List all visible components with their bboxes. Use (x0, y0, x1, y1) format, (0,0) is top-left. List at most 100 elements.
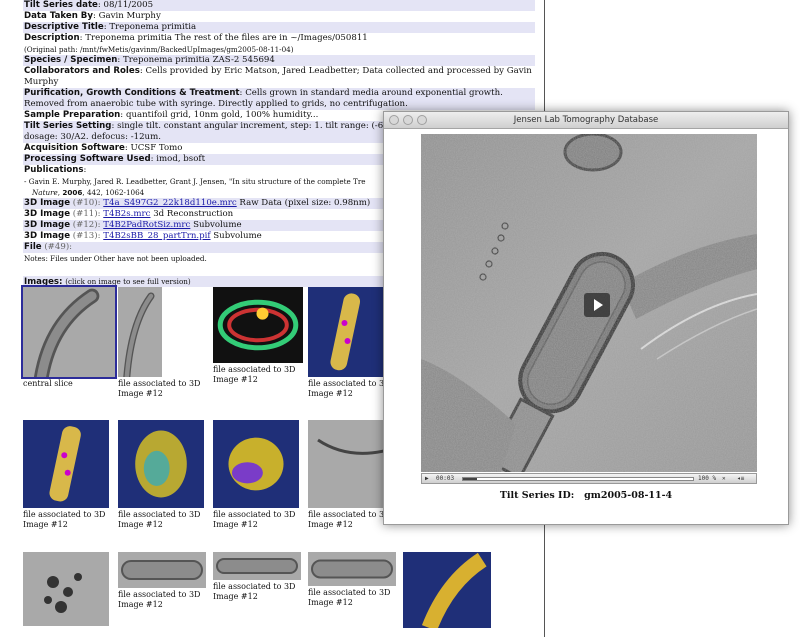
metadata-row: Tilt Series date: 08/11/2005 (23, 0, 535, 11)
thumbnail-frame[interactable] (118, 287, 162, 377)
metadata-value: quantifoil grid, 10nm gold, 100% humidit… (125, 110, 319, 120)
metadata-label: Tilt Series date (24, 0, 98, 10)
file-label: 3D Image (24, 220, 71, 230)
metadata-row: Purification, Growth Conditions & Treatm… (23, 88, 535, 99)
play-icon (594, 299, 603, 311)
thumbnail-image (118, 552, 206, 588)
thumbnail-caption: file associated to 3D Image #12 (118, 510, 201, 529)
file-number: (#13): (72, 231, 101, 241)
metadata-row: Description: Treponema primitia The rest… (24, 33, 368, 43)
file-description: Subvolume (193, 220, 242, 230)
thumbnail-caption: central slice (23, 379, 73, 388)
images-hint: (click on image to see full version) (65, 277, 191, 286)
file-number: (#11): (72, 209, 101, 219)
metadata-row: (Original path: /mnt/fwMetis/gavinm/Back… (23, 44, 535, 55)
metadata-label: Species / Specimen (24, 55, 118, 65)
file-description: Raw Data (pixel size: 0.98nm) (239, 198, 371, 208)
metadata-value: 08/11/2005 (103, 0, 154, 10)
metadata-value: Murphy (24, 77, 59, 87)
metadata-row: Descriptive Title: Treponema primitia (23, 22, 535, 33)
file-link[interactable]: T4B2s.mrc (103, 209, 150, 219)
file-number: (#49): (44, 242, 73, 252)
metadata-label: Purification, Growth Conditions & Treatm… (24, 88, 240, 98)
thumbnail-frame[interactable] (403, 552, 491, 628)
thumbnail-frame[interactable] (23, 552, 109, 626)
publication-pages: , 442, 1062-1064 (82, 188, 145, 197)
metadata-label: Processing Software Used (24, 154, 151, 164)
thumbnail-frame[interactable] (213, 420, 299, 508)
thumbnail-frame[interactable] (213, 287, 303, 363)
file-description: Subvolume (213, 231, 262, 241)
thumbnail-image (23, 287, 115, 377)
metadata-value: dosage: 30/A2. defocus: -12um. (24, 132, 161, 142)
thumbnail-image (308, 552, 396, 586)
metadata-row: Murphy (23, 77, 535, 88)
close-icon[interactable]: ✕ (722, 475, 726, 483)
metadata-value: UCSF Tomo (130, 143, 183, 153)
thumbnail-frame[interactable] (308, 420, 384, 508)
video-frame[interactable] (421, 134, 757, 472)
file-description: 3d Reconstruction (153, 209, 234, 219)
file-label: 3D Image (24, 209, 71, 219)
play-button[interactable] (584, 293, 610, 317)
metadata-row: Collaborators and Roles: Cells provided … (24, 66, 532, 76)
metadata-label: Descriptive Title (24, 22, 104, 32)
thumbnail-image (308, 420, 384, 508)
thumbnail-image (118, 420, 204, 508)
thumbnail-image (118, 287, 162, 377)
video-controls: ▶ 00:03 100 % ✕ ◂≡ (421, 473, 757, 484)
thumbnail-caption: file associated to 3D Image #12 (213, 510, 296, 529)
metadata-value: Treponema primitia (109, 22, 197, 32)
file-link[interactable]: T4B2sBB_28_partTrn.pif (103, 231, 210, 241)
file-number: (#10): (72, 198, 101, 208)
metadata-value: Removed from anaerobic tube with syringe… (24, 99, 408, 109)
thumbnail-frame[interactable] (213, 552, 301, 580)
volume-readout: 100 % (698, 475, 717, 482)
thumbnail-image (23, 420, 109, 508)
scrub-progress (463, 478, 477, 480)
thumbnail-image (213, 552, 301, 580)
metadata-value: Treponema primitia The rest of the files… (85, 33, 368, 43)
series-id-value: gm2005-08-11-4 (584, 490, 673, 501)
thumbnail-image (213, 287, 303, 363)
viewer-window: Jensen Lab Tomography Database ▶ 00:03 1… (383, 111, 789, 525)
thumbnail-image (23, 552, 109, 626)
metadata-value: imod, bsoft (156, 154, 206, 164)
thumbnail-frame[interactable] (308, 552, 396, 586)
metadata-label: Sample Preparation (24, 110, 121, 120)
controls-play-icon[interactable]: ▶ (425, 475, 429, 483)
publication-year: 2006 (62, 188, 83, 197)
series-id-caption: Tilt Series ID: gm2005-08-11-4 (384, 490, 788, 501)
file-label: 3D Image (24, 198, 71, 208)
metadata-label: Publications (24, 165, 84, 175)
metadata-label: Acquisition Software (24, 143, 125, 153)
thumbnail-frame[interactable] (21, 285, 117, 379)
thumbnail-frame[interactable] (118, 420, 204, 508)
publication-journal: Nature (32, 188, 58, 197)
publication-authors: - Gavin E. Murphy, Jared R. Leadbetter, … (24, 177, 366, 186)
thumbnail-caption: file associated to 3D Image #12 (308, 588, 391, 607)
metadata-value: Gavin Murphy (98, 11, 161, 21)
time-readout: 00:03 (436, 475, 455, 482)
metadata-value: Cells grown in standard media around exp… (245, 88, 503, 98)
file-link[interactable]: T4a_S497G2_22k18d110e.mrc (103, 198, 236, 208)
file-link[interactable]: T4B2PadRotSiz.mrc (103, 220, 190, 230)
thumbnail-frame[interactable] (23, 420, 109, 508)
metadata-row: Removed from anaerobic tube with syringe… (23, 99, 535, 110)
thumbnail-caption: file associated to 3D Image #12 (213, 582, 296, 601)
volume-icon[interactable]: ◂≡ (737, 475, 744, 483)
window-title: Jensen Lab Tomography Database (513, 115, 659, 125)
scrub-bar[interactable] (462, 477, 694, 481)
thumbnail-image (403, 552, 491, 628)
metadata-label: Data Taken By (24, 11, 93, 21)
metadata-label: Tilt Series Setting (24, 121, 112, 131)
thumbnail-frame[interactable] (118, 552, 206, 588)
metadata-value: Treponema primitia ZAS-2 545694 (123, 55, 275, 65)
thumbnail-caption: file associated to 3D Image #12 (118, 590, 201, 609)
thumbnail-image (213, 420, 299, 508)
window-titlebar[interactable]: Jensen Lab Tomography Database (384, 112, 788, 129)
file-number: (#12): (72, 220, 101, 230)
thumbnail-frame[interactable] (308, 287, 384, 377)
series-id-label: Tilt Series ID: (499, 490, 575, 501)
file-label: File (24, 242, 42, 252)
